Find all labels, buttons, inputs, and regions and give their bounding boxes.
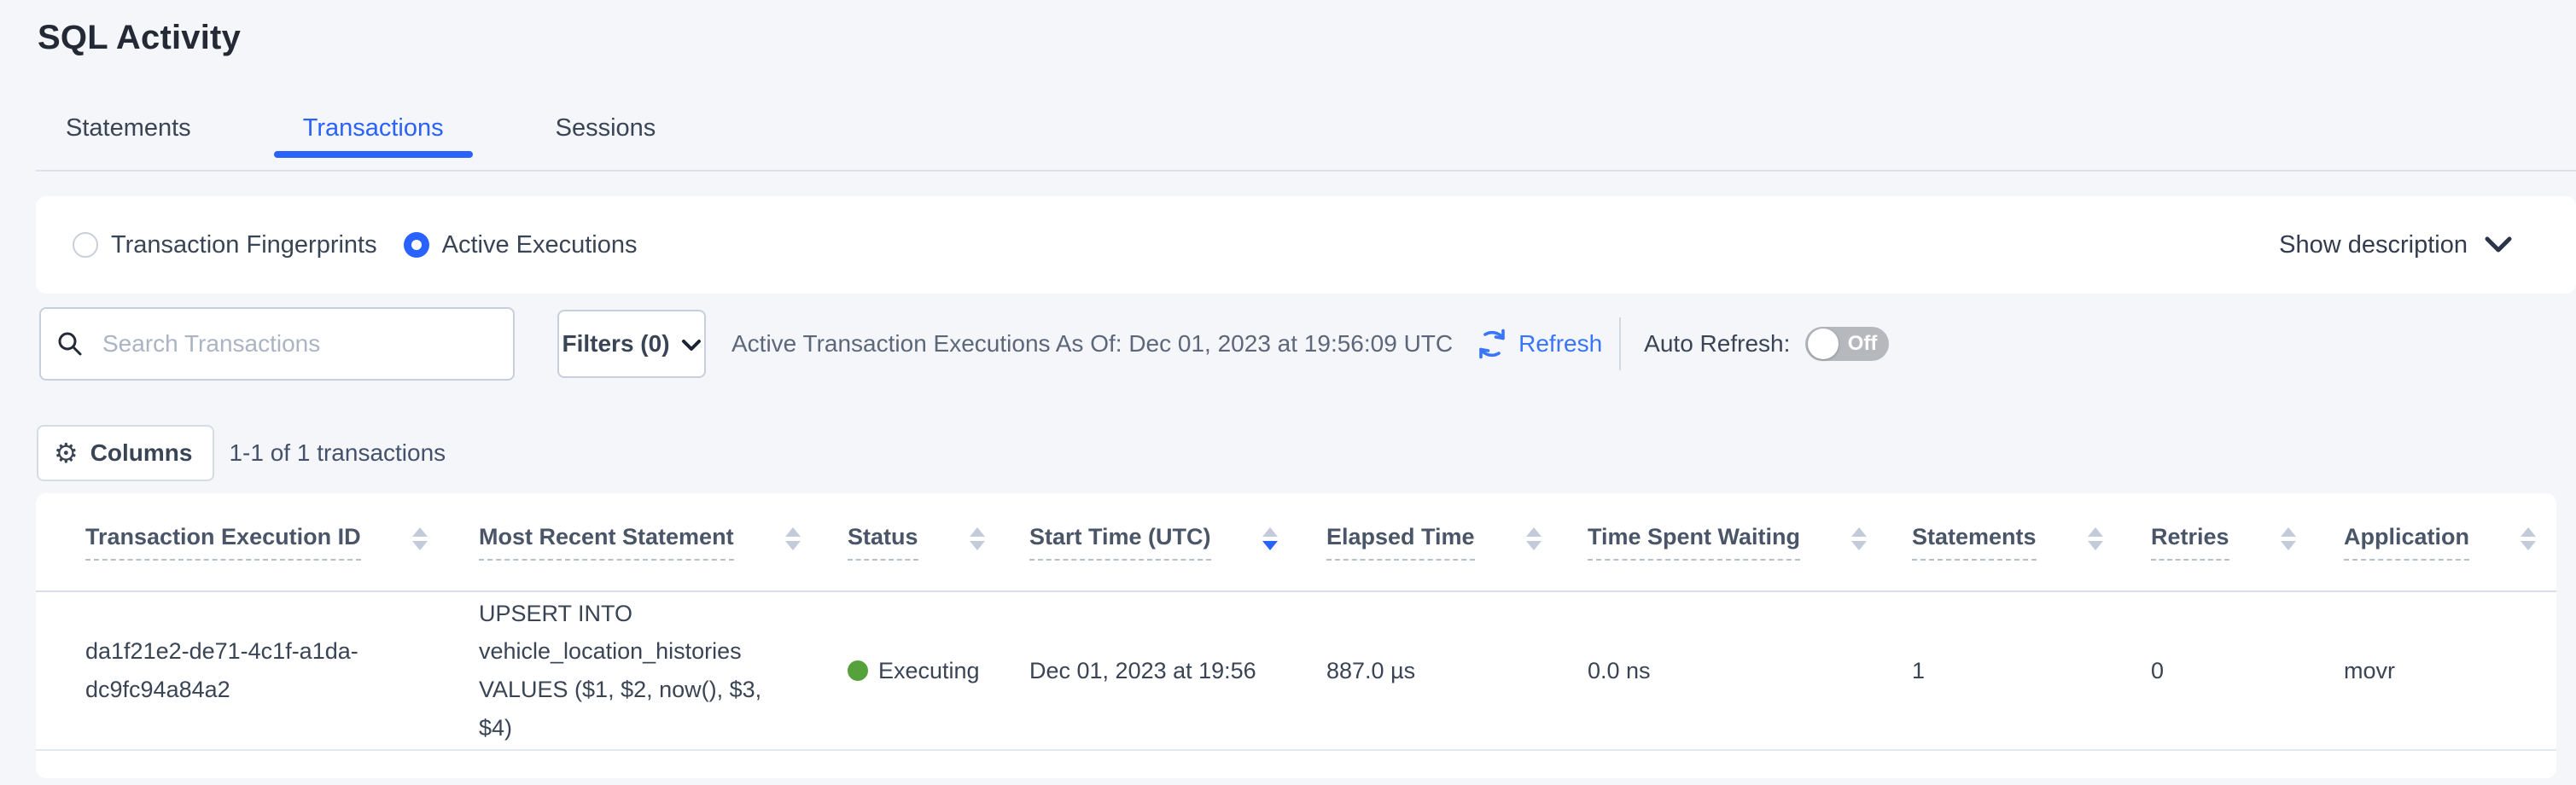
cell-application: movr <box>2344 652 2556 690</box>
radio-label[interactable]: Active Executions <box>442 231 638 259</box>
sort-icon[interactable] <box>2088 527 2103 550</box>
refresh-label[interactable]: Refresh <box>1518 330 1602 358</box>
cell-transaction-execution-id: da1f21e2-de71-4c1f-a1da-dc9fc94a84a2 <box>85 632 418 708</box>
table-header-row: Transaction Execution ID Most Recent Sta… <box>36 493 2556 592</box>
col-header-statements[interactable]: Statements <box>1912 524 2151 561</box>
col-header-elapsed-time[interactable]: Elapsed Time <box>1326 524 1588 561</box>
sort-icon[interactable] <box>785 527 801 550</box>
col-header-start-time[interactable]: Start Time (UTC) <box>1029 524 1326 561</box>
radio-transaction-fingerprints[interactable]: Transaction Fingerprints <box>73 231 377 259</box>
col-header-time-spent-waiting[interactable]: Time Spent Waiting <box>1588 524 1912 561</box>
transactions-table-card: Transaction Execution ID Most Recent Sta… <box>36 493 2556 778</box>
sort-icon[interactable] <box>970 527 985 550</box>
chevron-down-icon <box>681 339 702 352</box>
cell-statements: 1 <box>1912 652 2151 690</box>
view-mode-radio-group: Transaction Fingerprints Active Executio… <box>73 231 638 259</box>
search-icon <box>56 330 84 358</box>
refresh-icon <box>1474 326 1510 362</box>
cell-elapsed-time: 887.0 µs <box>1326 652 1588 690</box>
filters-button-label[interactable]: Filters (0) <box>562 330 669 358</box>
col-header-application[interactable]: Application <box>2344 524 2556 561</box>
sort-icon[interactable] <box>2521 527 2536 550</box>
search-input[interactable] <box>102 330 478 358</box>
view-mode-panel: Transaction Fingerprints Active Executio… <box>36 196 2576 294</box>
cell-most-recent-statement: UPSERT INTO vehicle_location_histories V… <box>479 595 820 747</box>
columns-button[interactable]: ⚙ Columns <box>37 425 214 481</box>
cell-status: Executing <box>848 652 1029 690</box>
auto-refresh-toggle[interactable]: Off <box>1805 327 1889 361</box>
toggle-state-label: Off <box>1848 327 1878 361</box>
auto-refresh-label: Auto Refresh: <box>1644 330 1790 358</box>
show-description-toggle[interactable]: Show description <box>2279 231 2512 259</box>
gear-icon: ⚙ <box>54 439 79 467</box>
controls-row: Filters (0) Active Transaction Execution… <box>39 307 1889 381</box>
show-description-label[interactable]: Show description <box>2279 231 2468 259</box>
filters-button[interactable]: Filters (0) <box>557 310 706 378</box>
radio-active-executions[interactable]: Active Executions <box>404 231 638 259</box>
sort-icon[interactable] <box>2281 527 2296 550</box>
sql-activity-page: SQL Activity Statements Transactions Ses… <box>0 0 2576 785</box>
cell-retries: 0 <box>2151 652 2344 690</box>
search-box[interactable] <box>39 307 515 381</box>
sort-icon[interactable] <box>1851 527 1867 550</box>
tab-sessions[interactable]: Sessions <box>527 114 685 177</box>
vertical-divider <box>1619 317 1621 370</box>
tab-statements[interactable]: Statements <box>37 114 220 177</box>
col-header-transaction-execution-id[interactable]: Transaction Execution ID <box>85 524 479 561</box>
chevron-down-icon <box>2485 236 2512 254</box>
col-header-status[interactable]: Status <box>848 524 1029 561</box>
table-row: da1f21e2-de71-4c1f-a1da-dc9fc94a84a2 UPS… <box>36 592 2556 751</box>
columns-button-label[interactable]: Columns <box>90 439 193 467</box>
sort-icon-active-desc[interactable] <box>1262 527 1278 550</box>
col-header-most-recent-statement[interactable]: Most Recent Statement <box>479 524 848 561</box>
cell-start-time: Dec 01, 2023 at 19:56 <box>1029 652 1326 690</box>
radio-unselected-icon[interactable] <box>73 232 98 258</box>
tabbar: Statements Transactions Sessions <box>37 114 738 177</box>
col-header-retries[interactable]: Retries <box>2151 524 2344 561</box>
radio-selected-icon[interactable] <box>404 232 429 258</box>
cell-time-spent-waiting: 0.0 ns <box>1588 652 1912 690</box>
results-count: 1-1 of 1 transactions <box>229 439 446 467</box>
page-title: SQL Activity <box>38 19 241 57</box>
toggle-knob[interactable] <box>1808 329 1839 359</box>
refresh-button[interactable]: Refresh <box>1474 326 1602 362</box>
radio-label[interactable]: Transaction Fingerprints <box>111 231 377 259</box>
sort-icon[interactable] <box>412 527 428 550</box>
sort-icon[interactable] <box>1526 527 1542 550</box>
status-executing-dot-icon <box>848 660 868 681</box>
status-label: Executing <box>878 652 980 690</box>
table-toolbar: ⚙ Columns 1-1 of 1 transactions <box>37 425 446 481</box>
as-of-timestamp: Active Transaction Executions As Of: Dec… <box>731 330 1453 358</box>
tab-transactions[interactable]: Transactions <box>274 114 473 177</box>
